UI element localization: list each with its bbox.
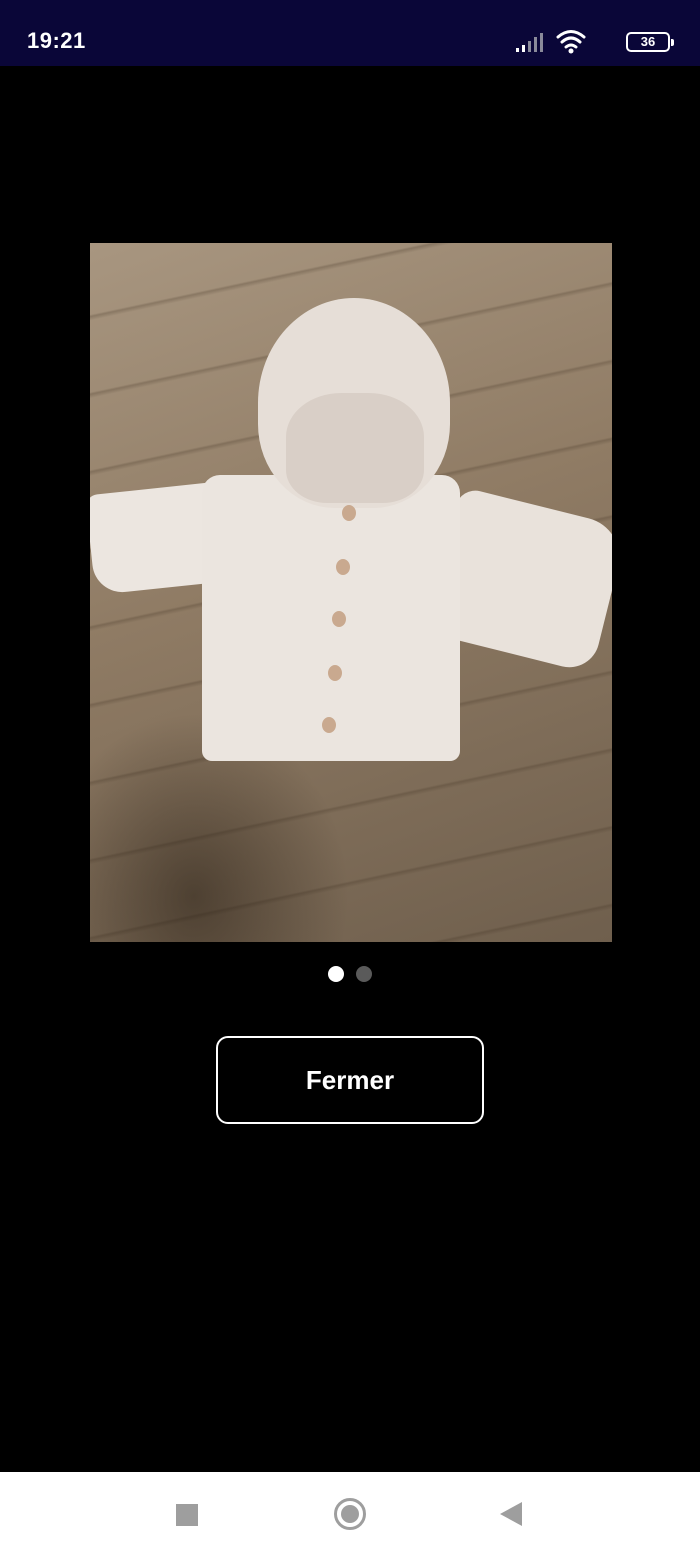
status-bar: 19:21 36 — [0, 0, 700, 66]
jacket-hood-lining — [286, 393, 424, 503]
wifi-icon — [556, 30, 586, 54]
image-pager-indicator — [326, 964, 376, 984]
navigation-bar — [0, 1472, 700, 1556]
pager-dot-inactive[interactable] — [356, 966, 372, 982]
jacket-button — [322, 717, 336, 733]
back-icon[interactable] — [498, 1500, 524, 1528]
status-icons: 36 — [510, 28, 674, 56]
product-photo[interactable] — [90, 243, 612, 942]
pager-dot-active[interactable] — [328, 966, 344, 982]
jacket-button — [336, 559, 350, 575]
home-icon[interactable] — [334, 1498, 366, 1530]
jacket-button — [342, 505, 356, 521]
battery-icon: 36 — [626, 32, 674, 52]
status-time: 19:21 — [27, 28, 86, 53]
signal-icon — [516, 33, 543, 52]
recent-apps-icon[interactable] — [176, 1504, 198, 1526]
jacket-button — [332, 611, 346, 627]
close-button[interactable]: Fermer — [216, 1036, 484, 1124]
jacket-button — [328, 665, 342, 681]
